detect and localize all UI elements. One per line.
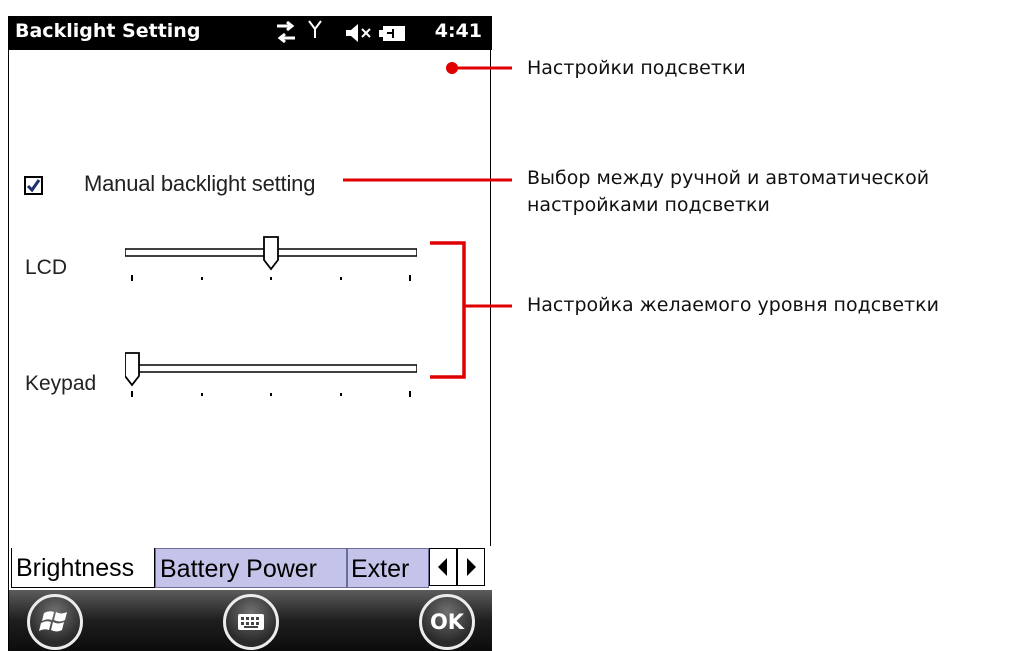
annotation-mode-line2: настройками подсветки	[527, 194, 770, 216]
annotation-level: Настройка желаемого уровня подсветки	[527, 294, 939, 316]
annotation-callouts	[343, 62, 512, 379]
level-bracket	[430, 241, 466, 379]
annotation-backlight-settings: Настройки подсветки	[527, 57, 746, 79]
annotation-mode-line1: Выбор между ручной и автоматической	[527, 167, 930, 189]
